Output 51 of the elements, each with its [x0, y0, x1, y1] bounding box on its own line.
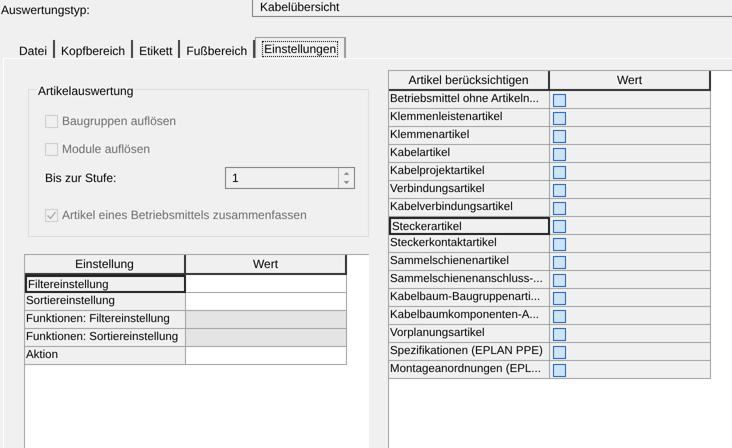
checkbox[interactable] [553, 130, 566, 143]
checkbox[interactable] [553, 328, 566, 341]
table-cell[interactable]: Betriebsmittel ohne Artikeln... [389, 91, 550, 109]
table-cell[interactable]: Montageanordnungen (EPL... [389, 361, 550, 379]
checkbox[interactable] [553, 94, 566, 107]
column-header[interactable]: Artikel berücksichtigen [389, 71, 550, 91]
table-cell[interactable]: Kabelartikel [389, 145, 550, 163]
table-cell[interactable]: Verbindungsartikel [389, 181, 550, 199]
checkbox[interactable] [553, 238, 566, 251]
value-cell[interactable] [186, 293, 347, 311]
column-header[interactable]: Wert [550, 71, 711, 91]
table-cell[interactable]: Klemmenleistenartikel [389, 109, 550, 127]
checkbox[interactable] [553, 166, 566, 179]
checkbox[interactable] [553, 202, 566, 215]
table-cell[interactable]: Kabelprojektartikel [389, 163, 550, 181]
field-label: Auswertungstyp: [0, 2, 91, 19]
checkbox[interactable] [553, 148, 566, 161]
report-type-field[interactable]: Kabelübersicht [252, 0, 732, 17]
value-cell[interactable] [186, 275, 347, 293]
table-cell[interactable]: Kabelbaum-Baugruppenarti... [389, 289, 550, 307]
table-cell[interactable]: Vorplanungsartikel [389, 325, 550, 343]
table-cell[interactable]: Steckerkontaktartikel [389, 235, 550, 253]
table-cell[interactable]: Aktion [25, 347, 186, 365]
checkbox[interactable] [553, 364, 566, 377]
tab[interactable]: Einstellungen [255, 37, 346, 58]
column-header[interactable]: Einstellung [25, 255, 186, 275]
table-cell[interactable]: Sammelschienenartikel [389, 253, 550, 271]
table-cell[interactable]: Filtereinstellung [25, 275, 186, 293]
level-spinbox[interactable]: 1 [225, 167, 355, 189]
checkbox[interactable] [553, 256, 566, 269]
checkbox[interactable] [553, 292, 566, 305]
table-cell[interactable]: Spezifikationen (EPLAN PPE) [389, 343, 550, 361]
checkbox-label: Artikel eines Betriebsmittels zusammenfassen [62, 207, 307, 224]
checkbox[interactable] [553, 112, 566, 125]
checkbox-label: Module auflösen [62, 141, 150, 158]
checkbox[interactable] [553, 184, 566, 197]
table-cell[interactable]: Klemmenartikel [389, 127, 550, 145]
checkbox-label: Baugruppen auflösen [62, 113, 176, 130]
checkmark-icon [46, 210, 57, 220]
checkbox[interactable] [553, 220, 566, 233]
table-cell[interactable]: Steckerartikel [389, 217, 550, 235]
table-cell[interactable]: Sortiereinstellung [25, 293, 186, 311]
field-label: Bis zur Stufe: [45, 170, 118, 187]
value-cell[interactable] [186, 347, 347, 365]
checkbox[interactable] [553, 346, 566, 359]
checkbox[interactable] [553, 310, 566, 323]
table-cell[interactable]: Kabelbaumkomponenten-A... [389, 307, 550, 325]
table-cell[interactable]: Sammelschienenanschluss-... [389, 271, 550, 289]
table-cell[interactable]: Kabelverbindungsartikel [389, 199, 550, 217]
checkbox[interactable] [553, 274, 566, 287]
column-header[interactable]: Wert [186, 255, 347, 275]
